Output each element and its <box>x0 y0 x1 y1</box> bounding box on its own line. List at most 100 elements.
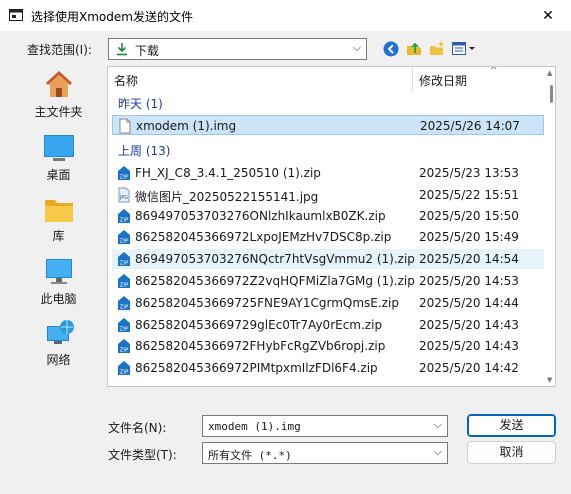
zip-file-icon: ZIP <box>118 252 130 267</box>
file-date: 2025/5/20 15:49 <box>419 230 519 244</box>
place-this-pc[interactable]: 此电脑 <box>19 257 98 307</box>
file-date: 2025/5/20 14:54 <box>419 252 519 266</box>
file-name: 862582045366972FHybFcRgZVb6ropj.zip <box>135 339 386 353</box>
send-button[interactable]: 发送 <box>467 414 556 437</box>
zip-file-icon: ZIP <box>118 339 130 354</box>
file-row[interactable]: JPG 微信图片_20250522155141.jpg 2025/5/22 15:5… <box>112 185 544 205</box>
file-row[interactable]: ZIP FH_XJ_C8_3.4.1_250510 (1).zip 2025/5/2… <box>112 163 544 183</box>
group-header-yesterday[interactable]: 昨天 (1) <box>118 95 163 112</box>
file-row[interactable]: ZIP 8625820453669725FNE9AY1CgrmQmsE.zip 20… <box>112 293 544 313</box>
file-name: 869497053703276ONlzhIkaumlxB0ZK.zip <box>135 209 386 223</box>
scroll-up-icon[interactable]: ▲ <box>547 69 552 77</box>
file-row[interactable]: ZIP 862582045366972Z2vqHQFMiZla7GMg (1).z… <box>112 271 544 291</box>
file-row[interactable]: ZIP 8625820453669729glEc0Tr7Ay0rEcm.zip 20… <box>112 315 544 335</box>
place-label: 桌面 <box>46 168 71 182</box>
place-desktop[interactable]: 桌面 <box>19 133 98 183</box>
up-folder-icon[interactable] <box>405 40 423 58</box>
svg-text:ZIP: ZIP <box>120 239 129 245</box>
column-name-header[interactable]: 名称 <box>114 72 138 89</box>
file-name: 微信图片_20250522155141.jpg <box>135 190 319 204</box>
back-icon[interactable] <box>382 40 400 58</box>
desktop-icon <box>43 135 74 161</box>
download-arrow-icon <box>117 43 127 56</box>
file-date: 2025/5/20 15:50 <box>419 209 519 223</box>
svg-text:ZIP: ZIP <box>120 370 129 376</box>
svg-text:ZIP: ZIP <box>120 261 129 267</box>
place-label: 此电脑 <box>40 292 77 306</box>
scroll-thumb[interactable] <box>550 85 553 103</box>
jpg-file-icon: JPG <box>118 187 130 203</box>
zip-file-icon: ZIP <box>118 166 130 181</box>
cancel-button[interactable]: 取消 <box>467 441 556 464</box>
chevron-down-icon: ⌵ <box>352 41 361 54</box>
file-type-label: 文件类型(T): <box>108 448 177 462</box>
file-date: 2025/5/23 13:53 <box>419 166 519 180</box>
list-header: 名称 ^ 修改日期 <box>108 67 548 91</box>
places-bar: 主文件夹 桌面 库 此电脑 网络 <box>19 66 98 397</box>
place-network[interactable]: 网络 <box>19 318 98 368</box>
computer-icon <box>45 259 72 284</box>
sort-ascending-icon: ^ <box>490 66 498 76</box>
svg-text:ZIP: ZIP <box>120 327 129 333</box>
file-date: 2025/5/20 14:42 <box>419 361 519 375</box>
file-type-value: 所有文件 (*.*) <box>208 449 292 462</box>
view-menu-icon[interactable] <box>451 40 477 58</box>
svg-text:ZIP: ZIP <box>120 305 129 311</box>
vertical-scrollbar[interactable]: ▲ ▼ <box>547 67 555 386</box>
network-icon <box>46 320 74 344</box>
group-label: 昨天 (1) <box>118 97 163 111</box>
app-window-icon <box>9 9 23 21</box>
file-name: 869497053703276NQctr7htVsgVmmu2 (1).zip <box>135 252 415 266</box>
zip-file-icon: ZIP <box>118 318 130 333</box>
file-type-select[interactable]: 所有文件 (*.*) ⌵ <box>202 442 448 464</box>
scroll-down-icon[interactable]: ▼ <box>547 376 552 384</box>
svg-text:ZIP: ZIP <box>120 283 129 289</box>
img-file-icon <box>119 118 131 134</box>
chevron-down-icon: ⌵ <box>433 445 442 458</box>
group-label: 上周 (13) <box>118 144 171 158</box>
place-library[interactable]: 库 <box>19 196 98 244</box>
svg-text:JPG: JPG <box>119 195 128 201</box>
file-name: FH_XJ_C8_3.4.1_250510 (1).zip <box>135 166 321 180</box>
file-dialog: 选择使用Xmodem发送的文件 ✕ 查找范围(I): 下载 ⌵ 主文件夹 桌面 … <box>0 0 571 494</box>
file-name: 8625820453669729glEc0Tr7Ay0rEcm.zip <box>135 318 383 332</box>
title-bar: 选择使用Xmodem发送的文件 ✕ <box>0 0 571 31</box>
file-date: 2025/5/26 14:07 <box>420 119 520 133</box>
file-name: 8625820453669725FNE9AY1CgrmQmsE.zip <box>135 296 399 310</box>
file-row[interactable]: ZIP 862582045366972FHybFcRgZVb6ropj.zip 20… <box>112 336 544 356</box>
file-row[interactable]: ZIP 862582045366972LxpoJEMzHv7DSC8p.zip 20… <box>112 227 544 247</box>
group-header-last-week[interactable]: 上周 (13) <box>118 142 170 159</box>
file-date: 2025/5/20 14:43 <box>419 318 519 332</box>
file-list[interactable]: 名称 ^ 修改日期 昨天 (1) 上周 (13) xmodem (1).img 2… <box>107 66 556 387</box>
look-in-label: 查找范围(I): <box>27 43 92 57</box>
chevron-down-icon[interactable]: ⌵ <box>434 418 442 432</box>
file-name: xmodem (1).img <box>136 119 237 133</box>
file-name-input[interactable]: xmodem (1).img ⌵ <box>202 415 448 437</box>
new-folder-icon[interactable] <box>428 40 446 58</box>
file-row[interactable]: xmodem (1).img 2025/5/26 14:07 <box>112 115 544 135</box>
place-label: 主文件夹 <box>34 105 83 119</box>
file-date: 2025/5/20 14:44 <box>419 296 519 310</box>
file-row[interactable]: ZIP 869497053703276NQctr7htVsgVmmu2 (1).z… <box>112 249 544 269</box>
svg-text:ZIP: ZIP <box>120 348 129 354</box>
column-separator[interactable] <box>412 67 413 91</box>
file-name: 862582045366972LxpoJEMzHv7DSC8p.zip <box>135 230 392 244</box>
file-date: 2025/5/20 14:43 <box>419 339 519 353</box>
file-row[interactable]: ZIP 862582045366972PIMtpxmIlzFDl6F4.zip 20… <box>112 358 544 378</box>
file-row[interactable]: ZIP 869497053703276ONlzhIkaumlxB0ZK.zip 20… <box>112 206 544 226</box>
zip-file-icon: ZIP <box>118 274 130 289</box>
file-name: 862582045366972Z2vqHQFMiZla7GMg (1).zip <box>135 274 415 288</box>
file-date: 2025/5/22 15:51 <box>419 188 519 202</box>
place-label: 网络 <box>46 353 71 367</box>
library-folder-icon <box>44 200 73 222</box>
svg-text:ZIP: ZIP <box>120 175 129 181</box>
file-name: 862582045366972PIMtpxmIlzFDl6F4.zip <box>135 361 378 375</box>
look-in-value: 下载 <box>135 44 160 58</box>
column-date-header[interactable]: 修改日期 <box>419 72 467 89</box>
close-button[interactable]: ✕ <box>525 0 571 31</box>
svg-text:ZIP: ZIP <box>120 218 129 224</box>
look-in-combo[interactable]: 下载 ⌵ <box>108 38 367 60</box>
place-home[interactable]: 主文件夹 <box>19 70 98 120</box>
file-name-label: 文件名(N): <box>108 421 167 435</box>
file-name-value: xmodem (1).img <box>208 420 301 433</box>
